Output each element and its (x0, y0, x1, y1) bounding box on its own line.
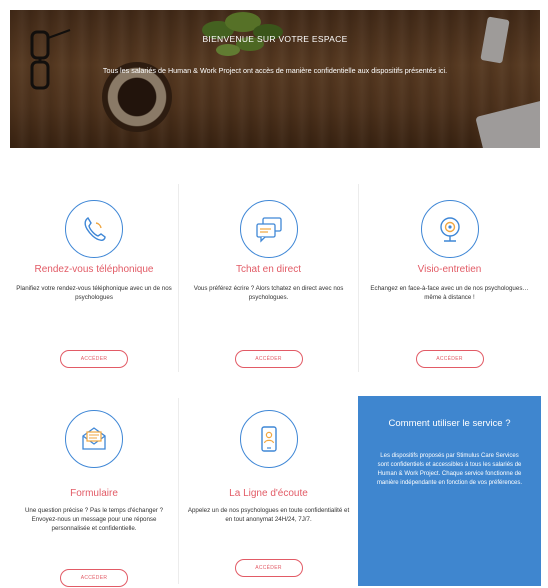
phone-icon (65, 200, 123, 258)
webcam-icon (420, 200, 479, 258)
access-button[interactable]: ACCÉDER (234, 559, 303, 577)
card-description: Vous préférez écrire ? Alors tchatez en … (193, 285, 344, 301)
access-button[interactable]: ACCÉDER (60, 569, 128, 587)
card-description: Echangez en face-à-face avec un de nos p… (370, 285, 529, 301)
card-title: La Ligne d'écoute (229, 488, 308, 499)
card-title: Rendez-vous téléphonique (34, 264, 154, 275)
mail-icon (65, 410, 123, 468)
card-title: Visio-entretien (417, 264, 482, 275)
hero-title: BIENVENUE SUR VOTRE ESPACE (202, 34, 348, 44)
hero-banner: BIENVENUE SUR VOTRE ESPACE Tous les sala… (10, 10, 540, 148)
how-to-use-panel: Comment utiliser le service ? Les dispos… (358, 396, 541, 586)
hero-subtitle: Tous les salariés de Human & Work Projec… (102, 66, 448, 75)
chat-icon (239, 200, 298, 258)
access-button[interactable]: ACCÉDER (60, 350, 128, 368)
card-form: Formulaire Une question précise ? Pas le… (10, 396, 178, 588)
access-button[interactable]: ACCÉDER (415, 350, 484, 368)
card-description: Une question précise ? Pas le temps d'éc… (24, 507, 164, 532)
access-button[interactable]: ACCÉDER (234, 350, 303, 368)
card-description: Planifiez votre rendez-vous téléphonique… (16, 285, 172, 301)
card-video-interview: Visio-entretien Echangez en face-à-face … (359, 180, 540, 380)
card-title: Formulaire (70, 488, 118, 499)
card-phone-appointment: Rendez-vous téléphonique Planifiez votre… (10, 180, 178, 380)
hero-overlay (10, 10, 540, 148)
card-listening-line: La Ligne d'écoute Appelez un de nos psyc… (179, 396, 358, 588)
card-description: Appelez un de nos psychologues en toute … (187, 507, 350, 523)
page: BIENVENUE SUR VOTRE ESPACE Tous les sala… (0, 0, 548, 588)
mobile-icon (239, 410, 298, 468)
how-to-use-body: Les dispositifs proposés par Stimulus Ca… (376, 453, 523, 486)
card-title: Tchat en direct (235, 264, 302, 275)
card-live-chat: Tchat en direct Vous préférez écrire ? A… (179, 180, 358, 380)
how-to-use-title: Comment utiliser le service ? (388, 418, 511, 429)
